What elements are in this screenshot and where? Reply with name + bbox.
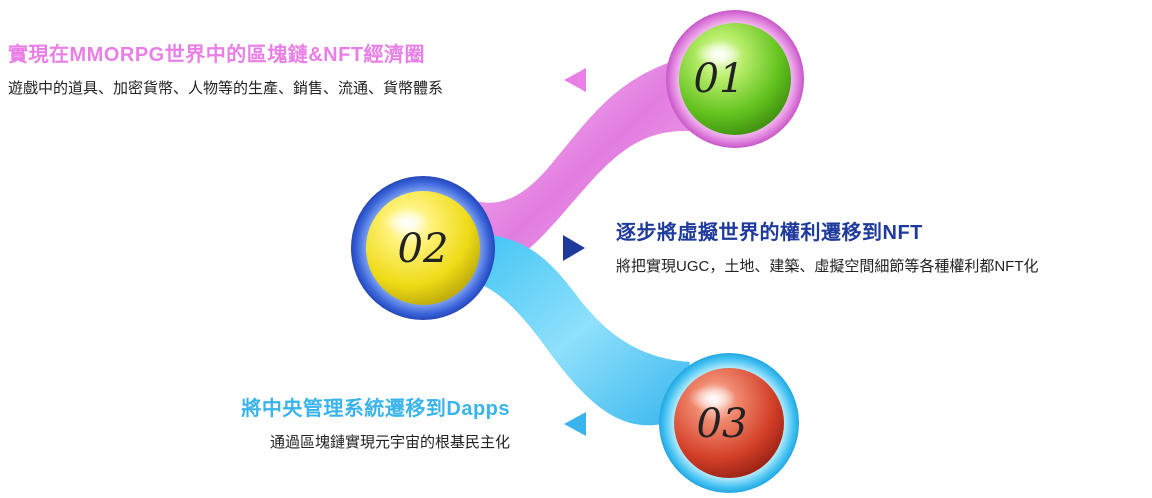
- step-1-node: 01: [666, 10, 804, 148]
- step-2-node: 02: [351, 176, 495, 320]
- step-2-description: 將把實現UGC，土地、建築、虛擬空間細節等各種權利都NFT化: [616, 258, 1039, 275]
- step-1-pointer-icon: [564, 68, 586, 92]
- step-1-title: 實現在MMORPG世界中的區塊鏈&NFT經濟圈: [8, 44, 426, 66]
- step-3-description: 通過區塊鏈實現元宇宙的根基民主化: [269, 434, 510, 451]
- step-3-title: 將中央管理系統遷移到Dapps: [241, 398, 510, 420]
- step-1-text: 實現在MMORPG世界中的區塊鏈&NFT經濟圈 遊戲中的道具、加密貨幣、人物等的…: [8, 38, 518, 98]
- step-3-number: 03: [697, 401, 748, 447]
- step-2-pointer-icon: [563, 235, 585, 261]
- step-1-description: 遊戲中的道具、加密貨幣、人物等的生產、銷售、流通、貨幣體系: [8, 80, 444, 97]
- step-3-text: 將中央管理系統遷移到Dapps 通過區塊鏈實現元宇宙的根基民主化: [0, 392, 510, 452]
- step-2-number: 02: [398, 226, 449, 272]
- step-2-title: 逐步將虛擬世界的權利遷移到NFT: [616, 222, 923, 244]
- step-3-node: 03: [659, 353, 799, 493]
- step-2-text: 逐步將虛擬世界的權利遷移到NFT 將把實現UGC，土地、建築、虛擬空間細節等各種…: [616, 216, 1136, 276]
- step-1-number: 01: [694, 56, 745, 102]
- step-3-pointer-icon: [564, 412, 586, 436]
